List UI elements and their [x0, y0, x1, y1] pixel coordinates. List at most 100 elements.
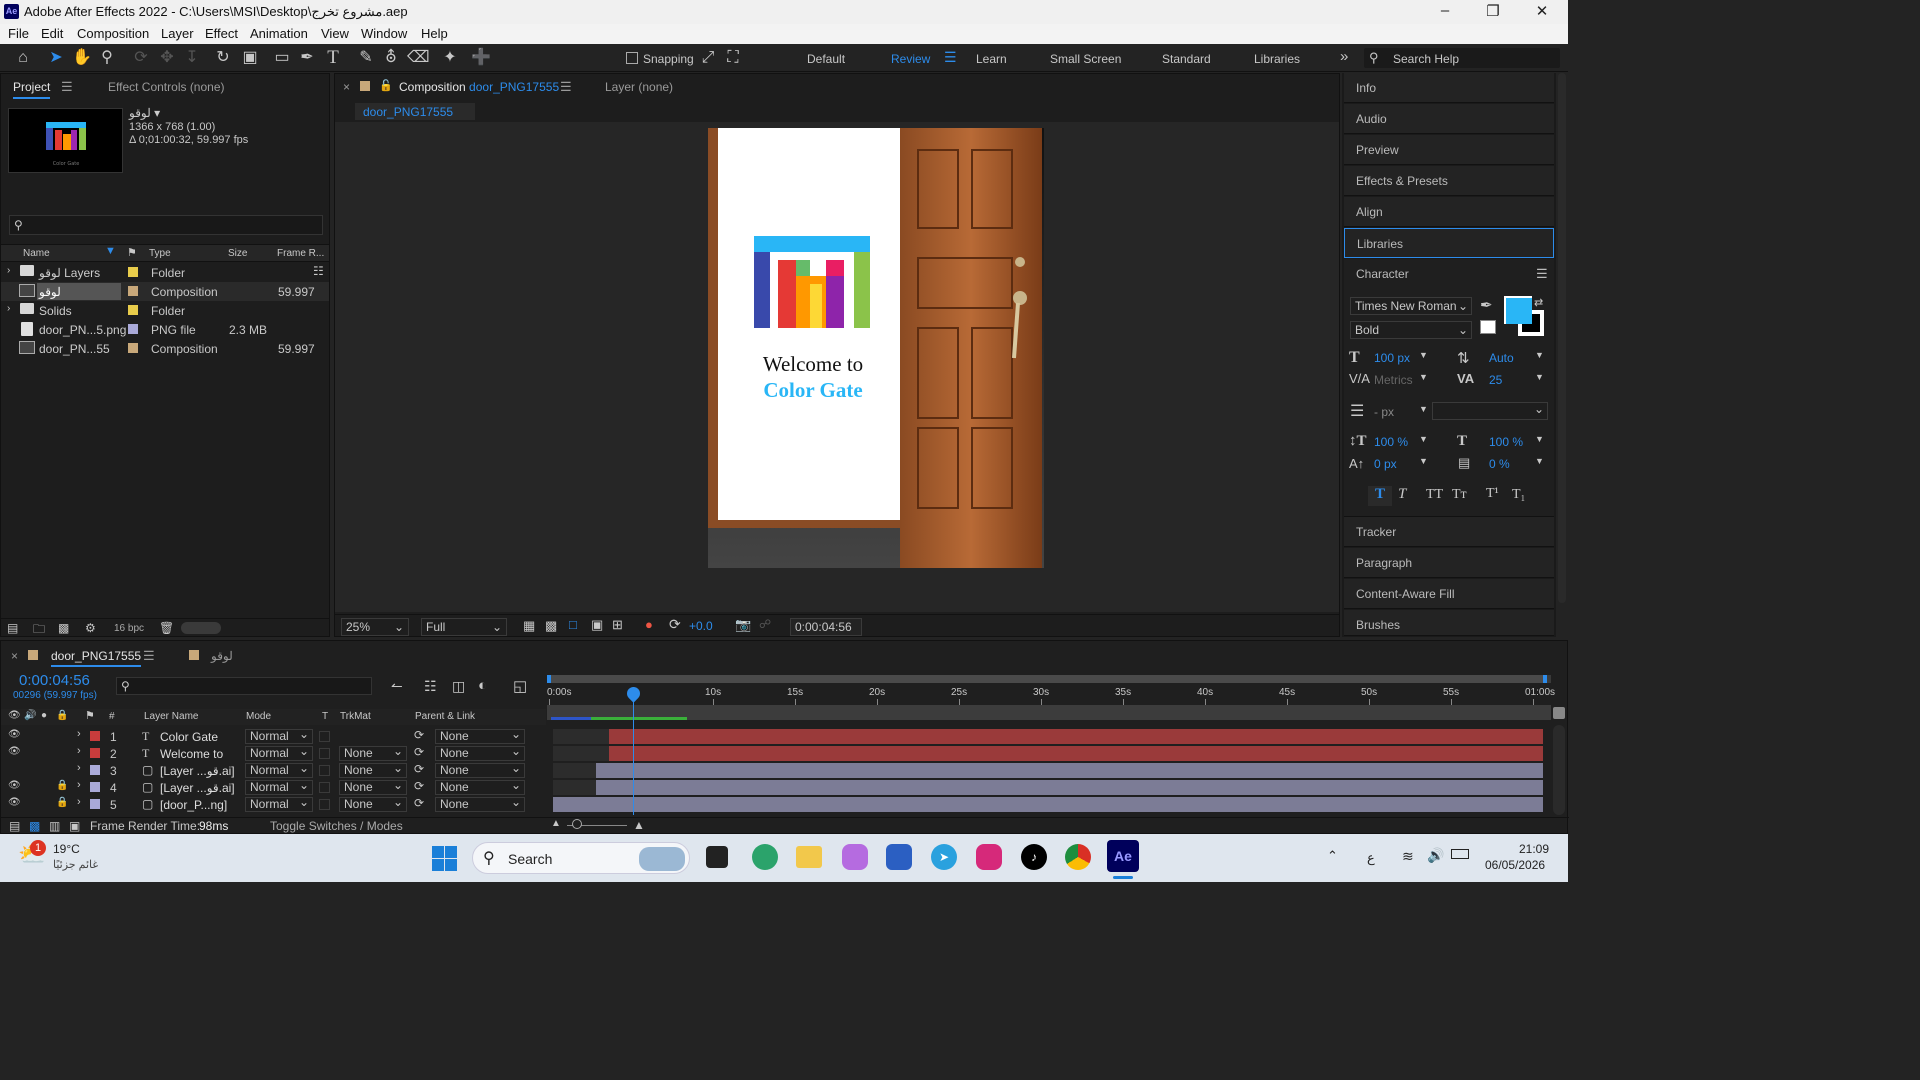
- file-explorer-icon[interactable]: [796, 846, 822, 868]
- label-color[interactable]: [90, 731, 100, 741]
- label-color[interactable]: [90, 782, 100, 792]
- snapping-checkbox[interactable]: [626, 52, 638, 64]
- close-tab-icon[interactable]: ×: [11, 649, 18, 663]
- snapshot-camera-icon[interactable]: 📷: [735, 617, 751, 633]
- menu-edit[interactable]: Edit: [41, 26, 63, 41]
- column-name[interactable]: Name: [23, 248, 50, 259]
- clock-date[interactable]: 06/05/2026: [1485, 858, 1545, 872]
- tab-project[interactable]: Project: [13, 80, 51, 99]
- expand-arrow-icon[interactable]: ›: [7, 265, 10, 276]
- menu-layer[interactable]: Layer: [161, 26, 194, 41]
- pickwhip-icon[interactable]: ⟳: [414, 796, 424, 810]
- blend-mode-dropdown[interactable]: Normal ⌄: [245, 796, 313, 812]
- weather-condition-text[interactable]: غائم جزئيًا: [53, 858, 98, 871]
- parent-dropdown[interactable]: None ⌄: [435, 728, 525, 744]
- list-item[interactable]: › لوقو Layers Folder ☷: [1, 263, 329, 282]
- grid-guides-icon[interactable]: ⊞: [612, 617, 623, 633]
- timeline-menu-icon[interactable]: ☰: [143, 648, 155, 664]
- layer-name[interactable]: [door_P...ng]: [160, 798, 227, 812]
- column-layer-name[interactable]: Layer Name: [144, 711, 198, 722]
- character-menu-icon[interactable]: ☰: [1536, 266, 1548, 282]
- column-t[interactable]: T: [322, 711, 328, 722]
- column-trkmat[interactable]: TrkMat: [340, 711, 371, 722]
- small-caps-button[interactable]: Tт: [1452, 487, 1467, 503]
- layer-duration-bar[interactable]: [609, 729, 1543, 744]
- instagram-icon[interactable]: [976, 844, 1002, 870]
- swap-colors-icon[interactable]: ⇄: [1534, 296, 1543, 309]
- preserve-transparency-checkbox[interactable]: [319, 731, 330, 742]
- label-color[interactable]: [90, 765, 100, 775]
- project-menu-icon[interactable]: ☰: [61, 79, 73, 95]
- panel-preview[interactable]: Preview: [1344, 135, 1554, 165]
- chevron-down-icon[interactable]: ▼: [1535, 350, 1544, 360]
- eye-visibility-icon[interactable]: 👁: [8, 797, 21, 808]
- column-size[interactable]: Size: [228, 248, 247, 259]
- region-of-interest-icon[interactable]: ▣: [591, 617, 603, 633]
- graph-editor-icon[interactable]: ◱: [513, 677, 527, 695]
- clock-time[interactable]: 21:09: [1519, 842, 1549, 856]
- parent-dropdown[interactable]: None ⌄: [435, 796, 525, 812]
- preserve-transparency-checkbox[interactable]: [319, 799, 330, 810]
- type-tool-icon[interactable]: T: [323, 48, 343, 68]
- playhead-line[interactable]: [633, 687, 634, 815]
- work-area-range[interactable]: [547, 675, 1547, 683]
- track-matte-dropdown[interactable]: None ⌄: [339, 762, 407, 778]
- task-view-icon[interactable]: [706, 846, 728, 868]
- list-item[interactable]: › Solids Folder: [1, 301, 329, 320]
- chevron-down-icon[interactable]: ▼: [1419, 404, 1428, 414]
- list-item[interactable]: door_PN...55 Composition 59.997: [1, 339, 329, 358]
- lock-icon[interactable]: 🔒: [56, 797, 68, 808]
- chevron-down-icon[interactable]: ▼: [1419, 350, 1428, 360]
- chevron-up-icon[interactable]: ⌃: [1327, 848, 1338, 864]
- parent-dropdown[interactable]: None ⌄: [435, 779, 525, 795]
- menu-help[interactable]: Help: [421, 26, 448, 41]
- tracking-value[interactable]: 25: [1489, 373, 1502, 387]
- pan-camera-icon[interactable]: ✥: [157, 48, 177, 68]
- parent-dropdown[interactable]: None ⌄: [435, 762, 525, 778]
- layer-duration-bar[interactable]: [596, 780, 1543, 795]
- font-size-value[interactable]: 100 px: [1374, 351, 1410, 365]
- subscript-button[interactable]: T₁: [1512, 487, 1525, 503]
- workspace-standard[interactable]: Standard: [1162, 52, 1211, 66]
- hand-tool-icon[interactable]: ✋: [72, 48, 92, 68]
- eye-visibility-icon[interactable]: 👁: [8, 729, 21, 740]
- chevron-down-icon[interactable]: ▼: [1535, 456, 1544, 466]
- shy-layers-icon[interactable]: ◫: [452, 678, 465, 695]
- tiktok-icon[interactable]: ♪: [1021, 844, 1047, 870]
- after-effects-taskbar-icon[interactable]: Ae: [1107, 840, 1139, 872]
- snap-features-icon[interactable]: ⛶: [723, 48, 743, 68]
- pen-tool-icon[interactable]: ✒: [297, 48, 317, 68]
- leading-value[interactable]: Auto: [1489, 351, 1514, 365]
- kerning-value[interactable]: Metrics: [1374, 373, 1413, 387]
- table-row[interactable]: 👁 › 2 T Welcome to Normal ⌄ None ⌄ ⟳ None ⌄: [1, 745, 546, 762]
- label-color[interactable]: [128, 305, 138, 315]
- chevron-down-icon[interactable]: ▼: [1419, 456, 1428, 466]
- reset-exposure-icon[interactable]: ⟳: [669, 616, 681, 633]
- transparency-grid-icon[interactable]: ▩: [545, 618, 557, 634]
- table-row[interactable]: 👁 🔒 › 4 ▢ [Layer ...قو.ai] Normal ⌄ None ⌄ ⟳ None ⌄: [1, 779, 546, 796]
- eyedropper-icon[interactable]: ✒: [1480, 296, 1493, 314]
- delete-icon[interactable]: 🗑: [159, 621, 174, 635]
- vertical-scale-value[interactable]: 100 %: [1374, 435, 1408, 449]
- workspace-overflow-icon[interactable]: »: [1340, 48, 1348, 65]
- panel-tracker[interactable]: Tracker: [1344, 517, 1554, 547]
- panel-info[interactable]: Info: [1344, 73, 1554, 103]
- column-number[interactable]: #: [109, 711, 115, 722]
- zoom-slider-thumb[interactable]: [572, 819, 582, 829]
- font-style-dropdown[interactable]: Bold ⌄: [1350, 321, 1472, 339]
- preserve-transparency-checkbox[interactable]: [319, 782, 330, 793]
- menu-animation[interactable]: Animation: [250, 26, 308, 41]
- microsoft-store-icon[interactable]: [886, 844, 912, 870]
- label-color[interactable]: [128, 286, 138, 296]
- keyboard-language[interactable]: ع: [1367, 850, 1375, 866]
- chevron-down-icon[interactable]: ▼: [1419, 434, 1428, 444]
- taskbar-search-box[interactable]: ⚲ Search: [472, 842, 690, 874]
- time-ruler[interactable]: 0:00s 10s 15s 20s 25s 30s 35s 40s 45s 50s 55s 01:00…: [547, 685, 1555, 707]
- layer-duration-bar[interactable]: [553, 797, 1543, 812]
- chevron-down-icon[interactable]: ▼: [1535, 372, 1544, 382]
- pickwhip-icon[interactable]: ⟳: [414, 728, 424, 742]
- puppet-pin-tool-icon[interactable]: ➕: [471, 48, 491, 68]
- column-type[interactable]: Type: [149, 248, 171, 259]
- home-icon[interactable]: ⌂: [13, 48, 33, 68]
- zoom-tool-icon[interactable]: ⚲: [97, 48, 117, 68]
